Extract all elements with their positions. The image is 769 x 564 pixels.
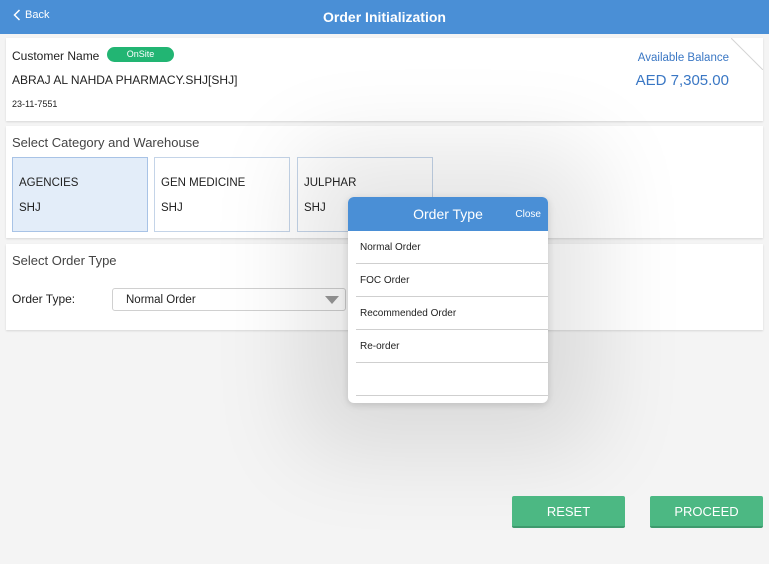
option-recommended-order[interactable]: Recommended Order bbox=[348, 297, 548, 330]
page-title: Order Initialization bbox=[323, 9, 446, 25]
customer-card: Customer Name OnSite ABRAJ AL NAHDA PHAR… bbox=[6, 38, 763, 121]
option-foc-order[interactable]: FOC Order bbox=[348, 264, 548, 297]
status-badge: OnSite bbox=[107, 47, 174, 62]
warehouse-location: SHJ bbox=[161, 202, 183, 214]
option-label: Re-order bbox=[360, 341, 400, 352]
category-section-title: Select Category and Warehouse bbox=[12, 135, 200, 150]
order-type-popup: Order Type Close Normal Order FOC Order … bbox=[348, 197, 548, 403]
customer-name-label: Customer Name bbox=[12, 49, 100, 63]
caret-down-icon bbox=[325, 296, 339, 304]
divider bbox=[356, 395, 548, 396]
customer-code: 23-11-7551 bbox=[12, 99, 58, 109]
warehouse-name: AGENCIES bbox=[19, 177, 79, 189]
order-type-selected-value: Normal Order bbox=[126, 294, 196, 306]
available-balance-value: AED 7,305.00 bbox=[635, 72, 729, 89]
option-label: Recommended Order bbox=[360, 308, 457, 319]
available-balance-label: Available Balance bbox=[637, 52, 729, 64]
warehouse-name: GEN MEDICINE bbox=[161, 177, 246, 189]
popup-header: Order Type Close bbox=[348, 197, 548, 231]
corner-fold-icon bbox=[731, 38, 763, 70]
warehouse-location: SHJ bbox=[19, 202, 41, 214]
proceed-button[interactable]: PROCEED bbox=[650, 496, 763, 528]
option-empty[interactable] bbox=[348, 363, 548, 396]
warehouse-name: JULPHAR bbox=[304, 177, 357, 189]
option-normal-order[interactable]: Normal Order bbox=[348, 231, 548, 264]
option-label: FOC Order bbox=[360, 275, 410, 286]
order-type-label: Order Type: bbox=[12, 292, 76, 306]
popup-close-button[interactable]: Close bbox=[515, 209, 541, 220]
reset-button[interactable]: RESET bbox=[512, 496, 625, 528]
option-label: Normal Order bbox=[360, 242, 421, 253]
customer-name: ABRAJ AL NAHDA PHARMACY.SHJ[SHJ] bbox=[12, 73, 238, 87]
warehouse-location: SHJ bbox=[304, 202, 326, 214]
order-type-dropdown[interactable]: Normal Order bbox=[112, 288, 346, 311]
top-bar: Back Order Initialization bbox=[0, 0, 769, 34]
warehouse-card-gen-medicine[interactable]: GEN MEDICINE SHJ bbox=[154, 157, 290, 232]
warehouse-card-agencies[interactable]: AGENCIES SHJ bbox=[12, 157, 148, 232]
option-re-order[interactable]: Re-order bbox=[348, 330, 548, 363]
order-type-section-title: Select Order Type bbox=[12, 253, 117, 268]
